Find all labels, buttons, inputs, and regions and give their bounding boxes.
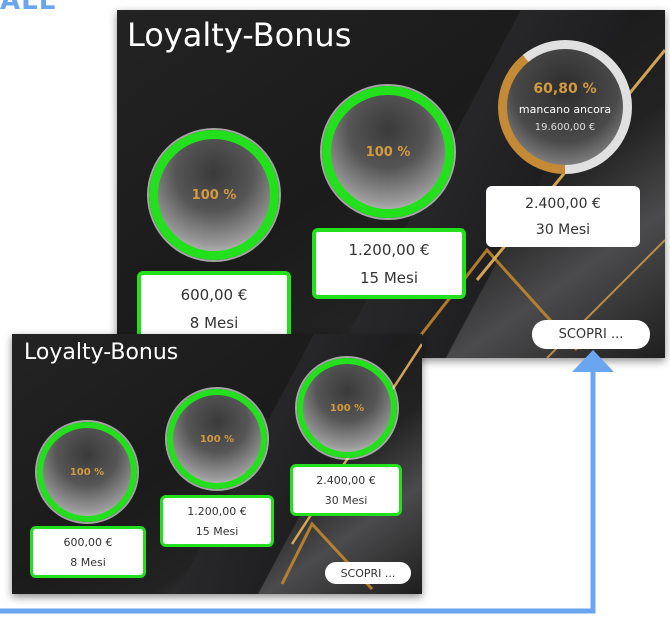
tier-duration: 8 Mesi	[189, 314, 239, 332]
tier-progress-circle: 100 %	[167, 389, 267, 489]
tier-amount: 600,00 €	[180, 286, 248, 304]
tier-duration: 15 Mesi	[195, 524, 239, 538]
tier-percent: 100 %	[69, 466, 105, 478]
tier-amount: 2.400,00 €	[316, 473, 376, 487]
tier-progress-ring: 60,80 % mancano ancora 19.600,00 €	[498, 40, 632, 174]
tier-progress-circle: 100 %	[37, 422, 137, 522]
tier-duration: 15 Mesi	[359, 268, 418, 287]
tier-duration: 8 Mesi	[70, 555, 106, 569]
tier-box: 2.400,00 € 30 Mesi	[290, 464, 402, 516]
discover-button[interactable]: SCOPRI ...	[325, 562, 411, 584]
card-title: Loyalty-Bonus	[127, 16, 352, 54]
tier-box: 2.400,00 € 30 Mesi	[486, 186, 640, 247]
discover-button[interactable]: SCOPRI ...	[532, 320, 650, 349]
remaining-label: mancano ancora	[518, 103, 612, 116]
tier-amount: 600,00 €	[63, 535, 113, 549]
tier-box: 1.200,00 € 15 Mesi	[160, 495, 274, 547]
tier-progress-circle: 100 %	[322, 86, 454, 218]
corner-heading-fragment: ALL	[0, 0, 57, 16]
tier-percent: 60,80 %	[533, 81, 597, 97]
tier-progress-ring-center: 60,80 % mancano ancora 19.600,00 €	[507, 49, 623, 165]
loyalty-bonus-card-secondary: Loyalty-Bonus 100 % 600,00 € 8 Mesi 100 …	[12, 334, 422, 594]
tier-progress-circle: 100 %	[149, 130, 279, 260]
tier-percent: 100 %	[365, 144, 411, 160]
tier-percent: 100 %	[329, 402, 365, 414]
tier-amount: 1.200,00 €	[348, 240, 430, 259]
tier-box: 600,00 € 8 Mesi	[30, 526, 146, 578]
card-title: Loyalty-Bonus	[24, 340, 179, 365]
tier-percent: 100 %	[191, 187, 237, 203]
tier-percent: 100 %	[199, 433, 235, 445]
tier-progress-circle: 100 %	[297, 358, 397, 458]
tier-amount: 2.400,00 €	[525, 195, 601, 212]
tier-amount: 1.200,00 €	[187, 504, 247, 518]
tier-box: 1.200,00 € 15 Mesi	[312, 228, 466, 299]
tier-duration: 30 Mesi	[535, 221, 591, 238]
remaining-amount: 19.600,00 €	[534, 122, 596, 133]
loyalty-bonus-card-main: Loyalty-Bonus 100 % 600,00 € 8 Mesi 100 …	[117, 10, 665, 358]
tier-duration: 30 Mesi	[324, 493, 368, 507]
